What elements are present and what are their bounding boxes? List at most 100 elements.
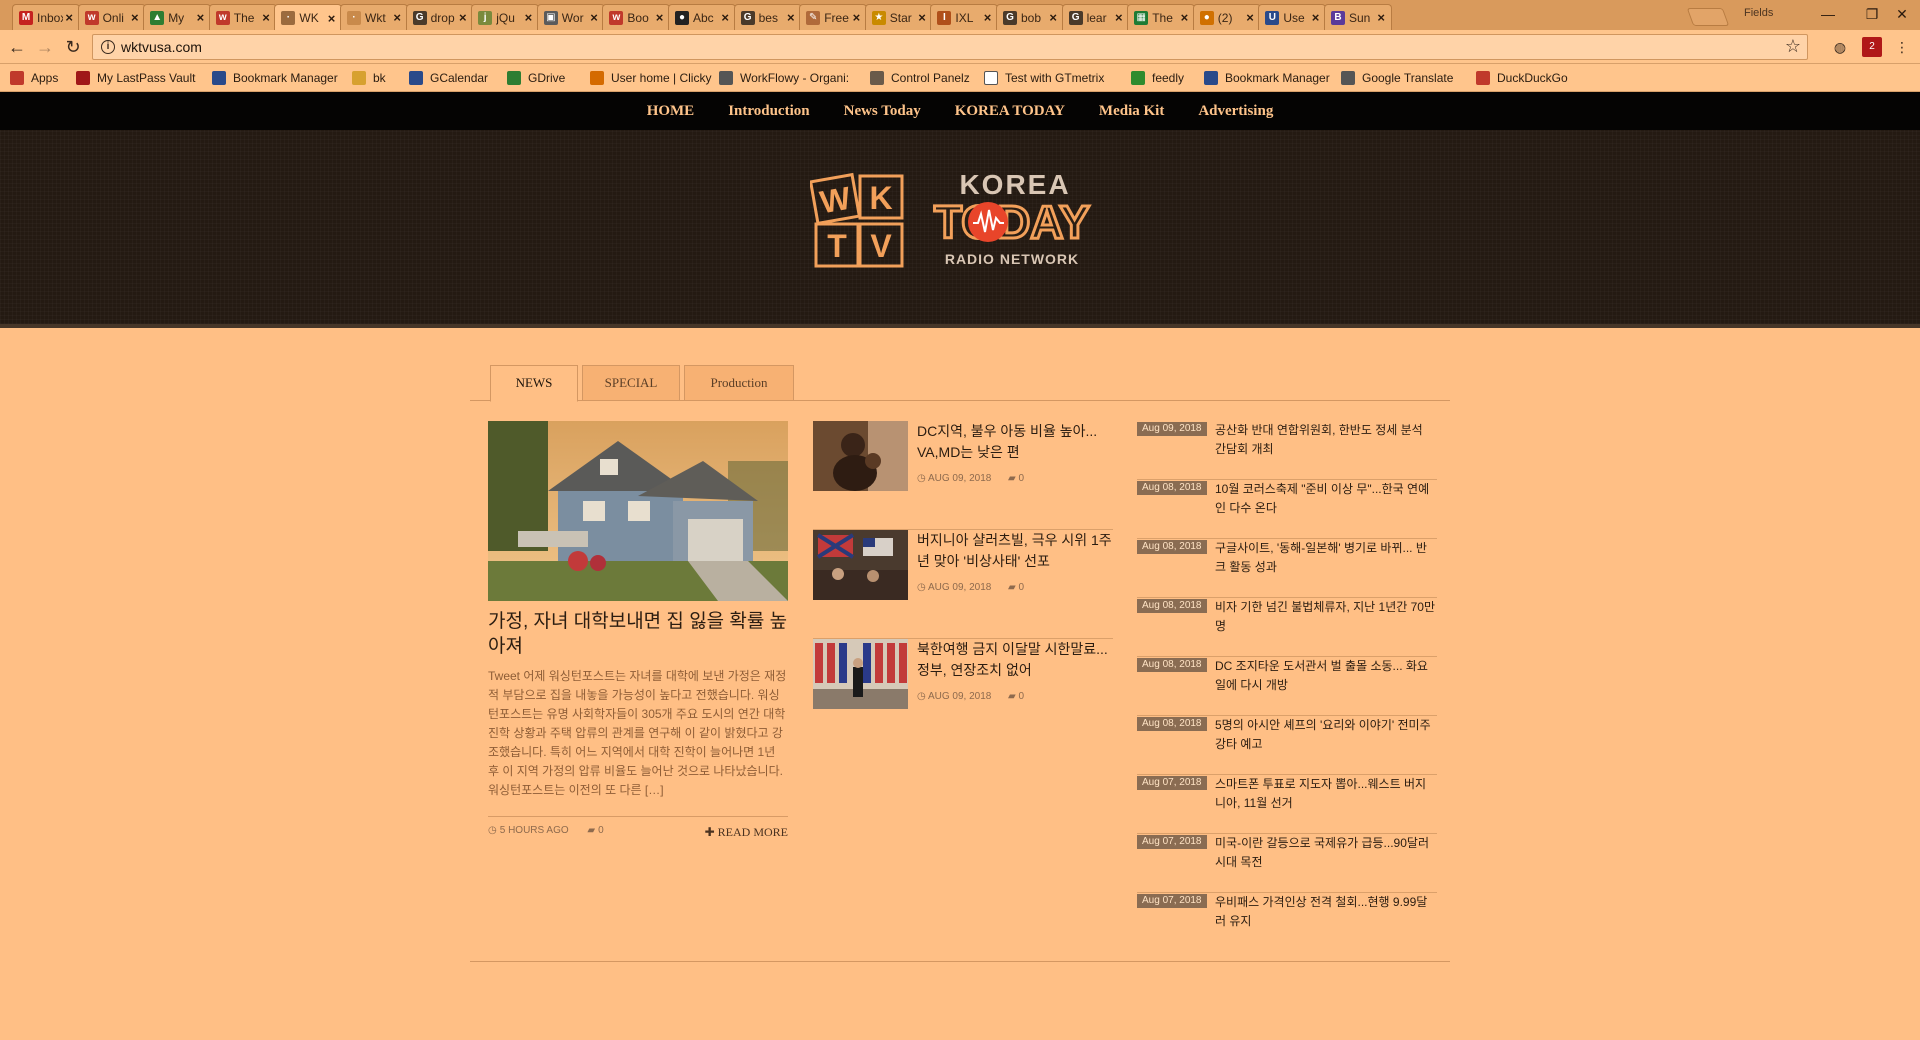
browser-tab[interactable]: w Boo × [602, 4, 671, 30]
news-comments[interactable]: 0 [1018, 473, 1024, 484]
close-tab-icon[interactable]: × [1377, 10, 1385, 25]
browser-tab[interactable]: Gdrop × [405, 4, 474, 30]
feature-comments[interactable]: 0 [598, 825, 604, 836]
close-tab-icon[interactable]: × [1246, 10, 1254, 25]
browser-tab[interactable]: j jQu × [471, 4, 540, 30]
tab-production[interactable]: Production [684, 365, 794, 401]
nav-item-korea-today[interactable]: KOREA TODAY [955, 92, 1065, 130]
close-tab-icon[interactable]: × [853, 10, 861, 25]
close-tab-icon[interactable]: × [262, 10, 270, 25]
tab-special[interactable]: SPECIAL [582, 365, 680, 401]
browser-tab[interactable]: w The × [208, 4, 277, 30]
browser-tab[interactable]: U Use × [1258, 4, 1327, 30]
bookmark-item[interactable]: DuckDuckGo [1476, 69, 1568, 87]
close-window-icon[interactable]: ✕ [1880, 0, 1920, 28]
news-title[interactable]: 스마트폰 투표로 지도자 뽑아...웨스트 버지니아, 11월 선거 [1215, 775, 1437, 813]
browser-tab[interactable]: I IXL × [930, 4, 999, 30]
browser-tab[interactable]: · WK × [274, 4, 343, 31]
news-title[interactable]: 미국-이란 갈등으로 국제유가 급등...90달러 시대 목전 [1215, 834, 1437, 872]
close-tab-icon[interactable]: × [984, 10, 992, 25]
thumbnail-flags-rally[interactable] [813, 530, 908, 600]
nav-item-media-kit[interactable]: Media Kit [1099, 92, 1164, 130]
news-title[interactable]: 구글사이트, '동해-일본해' 병기로 바뀌... 반크 활동 성과 [1215, 539, 1437, 577]
bookmark-item[interactable]: Apps [10, 69, 58, 87]
browser-tab[interactable]: Gbob × [996, 4, 1064, 30]
close-tab-icon[interactable]: × [1049, 10, 1057, 25]
profile-label[interactable]: Fields [1744, 7, 1773, 19]
close-tab-icon[interactable]: × [393, 10, 401, 25]
tab-news[interactable]: NEWS [490, 365, 578, 402]
news-title[interactable]: 비자 기한 넘긴 불법체류자, 지난 1년간 70만명 [1215, 598, 1437, 636]
news-title[interactable]: DC 조지타운 도서관서 벌 출몰 소동... 화요일에 다시 개방 [1215, 657, 1437, 695]
close-tab-icon[interactable]: × [721, 10, 729, 25]
nav-item-news-today[interactable]: News Today [844, 92, 921, 130]
back-arrow-icon[interactable]: ← [6, 36, 28, 58]
thumbnail-summit-flags[interactable] [813, 639, 908, 709]
news-title[interactable]: 북한여행 금지 이달말 시한말료...정부, 연장조치 없어 [917, 639, 1113, 681]
feature-title[interactable]: 가정, 자녀 대학보내면 집 잃을 확률 높아져 [488, 609, 788, 659]
close-tab-icon[interactable]: × [1115, 10, 1123, 25]
news-title[interactable]: 공산화 반대 연합위원회, 한반도 정세 분석 간담회 개최 [1215, 421, 1437, 459]
extension-globe-icon[interactable]: ◍ [1830, 37, 1850, 57]
browser-tab[interactable]: B Sun × [1324, 4, 1392, 30]
close-tab-icon[interactable]: × [525, 10, 533, 25]
close-tab-icon[interactable]: × [656, 10, 664, 25]
close-tab-icon[interactable]: × [918, 10, 926, 25]
bookmark-item[interactable]: GDrive [507, 69, 565, 87]
forward-arrow-icon[interactable]: → [34, 36, 56, 58]
browser-tab[interactable]: ★ Star × [864, 4, 933, 30]
menu-dots-icon[interactable]: ⋮ [1892, 37, 1912, 57]
close-tab-icon[interactable]: × [131, 10, 139, 25]
close-tab-icon[interactable]: × [590, 10, 598, 25]
news-comments[interactable]: 0 [1018, 691, 1024, 702]
browser-tab[interactable]: Gbes × [733, 4, 802, 30]
browser-tab[interactable]: w Onli × [77, 4, 146, 30]
bookmark-item[interactable]: GCalendar [409, 69, 488, 87]
minimize-icon[interactable]: — [1806, 0, 1850, 28]
bookmark-item[interactable]: Bookmark Manager [212, 69, 338, 87]
close-tab-icon[interactable]: × [65, 10, 73, 25]
bookmark-item[interactable]: My LastPass Vault [76, 69, 195, 87]
bookmark-item[interactable]: feedly [1131, 69, 1184, 87]
close-tab-icon[interactable]: × [1312, 10, 1320, 25]
close-tab-icon[interactable]: × [1181, 10, 1189, 25]
news-title[interactable]: 5명의 아시안 셰프의 '요리와 이야기' 전미주 강타 예고 [1215, 716, 1437, 754]
browser-tab[interactable]: ▦ The × [1127, 4, 1196, 30]
extension-lastpass-icon[interactable]: 2 [1862, 37, 1882, 57]
news-title[interactable]: DC지역, 불우 아동 비율 높아... VA,MD는 낮은 편 [917, 421, 1113, 463]
browser-tab[interactable]: ● (2) × [1192, 4, 1261, 30]
wktv-korea-today-logo[interactable]: W K T V KOREA TODAY RADIO NETWORK [810, 166, 1110, 276]
read-more-link[interactable]: ✚ READ MORE [705, 825, 788, 840]
news-title[interactable]: 버지니아 샬러츠빌, 극우 시위 1주년 맞아 '비상사태' 선포 [917, 530, 1113, 572]
browser-tab[interactable]: ● Abc × [668, 4, 736, 30]
nav-item-home[interactable]: HOME [647, 92, 695, 130]
address-url[interactable]: wktvusa.com [121, 39, 202, 55]
new-tab-button[interactable] [1686, 8, 1730, 26]
news-title[interactable]: 10월 코러스축제 "준비 이상 무"...한국 연예인 다수 온다 [1215, 480, 1437, 518]
thumbnail-mother-child[interactable] [813, 421, 908, 491]
bookmark-item[interactable]: Bookmark Manager [1204, 69, 1330, 87]
bookmark-item[interactable]: WorkFlowy - Organi: [719, 69, 849, 87]
bookmark-item[interactable]: User home | Clicky [590, 69, 711, 87]
reload-icon[interactable]: ↻ [62, 36, 84, 58]
close-tab-icon[interactable]: × [459, 10, 467, 25]
browser-tab[interactable]: ▣ Wor × [536, 4, 605, 30]
bookmark-item[interactable]: Test with GTmetrix [984, 69, 1104, 87]
browser-tab[interactable]: Glear × [1061, 4, 1130, 30]
bookmark-star-icon[interactable]: ☆ [1785, 36, 1801, 57]
feature-house-photo[interactable] [488, 421, 788, 601]
bookmark-item[interactable]: Control Panelz [870, 69, 970, 87]
address-bar[interactable]: i wktvusa.com ☆ [92, 34, 1808, 60]
nav-item-advertising[interactable]: Advertising [1198, 92, 1273, 130]
news-title[interactable]: 우비패스 가격인상 전격 철회...현행 9.99달러 유지 [1215, 893, 1437, 931]
browser-tab[interactable]: · Wkt × [340, 4, 408, 30]
close-tab-icon[interactable]: × [787, 10, 795, 25]
browser-tab[interactable]: ▲ My × [143, 4, 212, 30]
browser-tab[interactable]: M Inbox× [12, 4, 80, 30]
browser-tab[interactable]: ✎ Free × [799, 4, 868, 30]
nav-item-introduction[interactable]: Introduction [728, 92, 809, 130]
info-icon[interactable]: i [101, 40, 115, 54]
close-tab-icon[interactable]: × [197, 10, 205, 25]
bookmark-item[interactable]: Google Translate [1341, 69, 1453, 87]
close-tab-icon[interactable]: × [328, 11, 336, 26]
